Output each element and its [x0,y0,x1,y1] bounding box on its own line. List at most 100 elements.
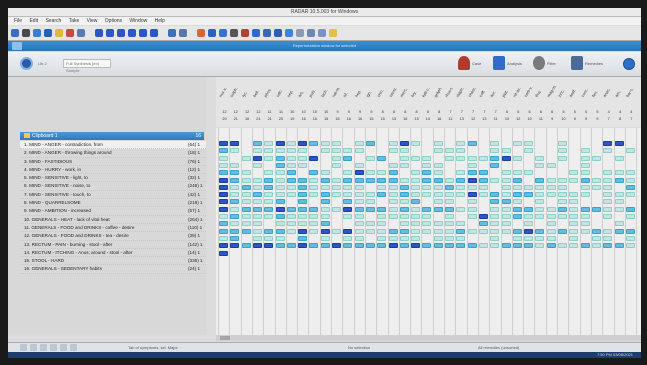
grade-cell[interactable] [309,221,319,227]
grade-cell[interactable] [445,228,454,234]
grade-cell[interactable] [354,243,364,249]
rubric-row[interactable]: 5. MIND - SENSITIVE - light, to (32) 1 [20,174,206,183]
filter-button[interactable]: Filter [533,56,556,70]
binoculars-icon[interactable] [22,29,30,37]
grade-cell[interactable] [422,243,432,249]
grade-cell[interactable] [467,243,477,249]
grade-cell[interactable] [546,214,556,219]
grade-cell[interactable] [490,192,500,198]
grade-cell[interactable] [399,155,409,161]
grade-cell[interactable] [603,206,613,212]
grade-cell[interactable] [230,170,240,176]
grade-cell[interactable] [422,206,432,212]
remedy-name[interactable]: bar-c. [625,87,635,98]
grade-cell[interactable] [309,170,319,176]
settings-icon[interactable] [296,29,304,37]
grade-cell[interactable] [286,155,296,161]
grade-cell[interactable] [478,192,488,198]
grade-cell[interactable] [411,184,421,190]
grade-cell[interactable] [546,243,556,249]
view-icon[interactable] [60,344,67,351]
grade-cell[interactable] [320,148,330,154]
grade-cell[interactable] [558,177,567,183]
grade-cell[interactable] [320,170,330,176]
grade-cell[interactable] [625,235,635,241]
grade-cell[interactable] [603,177,613,183]
grade-cell[interactable] [625,214,635,219]
grade-cell[interactable] [603,243,613,249]
remedy-name[interactable]: ign. [365,90,373,98]
remedy-name[interactable]: thuj. [534,89,542,98]
menu-window[interactable]: Window [129,18,147,24]
grade-cell[interactable] [456,192,466,198]
grade-cell[interactable] [399,184,409,190]
grade-cell[interactable] [512,192,522,198]
grade-cell[interactable] [411,235,421,241]
remedy-name[interactable]: calc. [274,88,283,98]
clipboard-5-icon[interactable] [139,29,147,37]
grade-cell[interactable] [320,184,330,190]
zoom-icon[interactable] [44,29,52,37]
grade-cell[interactable] [264,155,274,161]
print-icon[interactable] [70,344,77,351]
grade-cell[interactable] [298,162,308,168]
grade-cell[interactable] [512,228,522,234]
grade-cell[interactable] [422,170,432,176]
grade-cell[interactable] [490,177,500,183]
grade-cell[interactable] [546,206,556,212]
grade-cell[interactable] [569,221,579,227]
grade-cell[interactable] [558,199,567,205]
grade-cell[interactable] [535,206,545,212]
grade-cell[interactable] [354,199,364,205]
grade-cell[interactable] [445,155,454,161]
remedy-name[interactable]: bry. [410,90,418,98]
grade-cell[interactable] [377,214,387,219]
grade-cell[interactable] [490,214,500,219]
grade-cell[interactable] [558,206,567,212]
grade-cell[interactable] [365,155,375,161]
grade-cell[interactable] [320,235,330,241]
analysis-button[interactable]: Analysis [493,56,522,70]
grade-cell[interactable] [456,221,466,227]
remedy-name[interactable]: caust. [387,86,397,98]
grade-cell[interactable] [512,184,522,190]
grade-cell[interactable] [433,184,443,190]
grade-cell[interactable] [343,170,353,176]
grade-cell[interactable] [343,184,353,190]
grade-cell[interactable] [580,170,590,176]
grade-cell[interactable] [230,214,240,219]
grade-cell[interactable] [535,184,545,190]
grade-cell[interactable] [614,199,624,205]
grade-cell[interactable] [411,170,421,176]
remedy-name[interactable]: coff. [478,89,486,98]
grade-cell[interactable] [388,141,398,146]
grade-cell[interactable] [546,184,556,190]
grade-cell[interactable] [456,155,466,161]
grade-cell[interactable] [614,206,624,212]
grade-cell[interactable] [388,184,398,190]
grade-cell[interactable] [252,184,262,190]
grade-cell[interactable] [309,206,319,212]
grade-cell[interactable] [219,170,228,176]
grade-cell[interactable] [591,155,601,161]
grade-cell[interactable] [275,214,285,219]
grade-cell[interactable] [467,170,477,176]
grade-cell[interactable] [524,214,534,219]
grade-cell[interactable] [252,141,262,146]
grade-cell[interactable] [298,235,308,241]
remedy-name[interactable]: asaf. [568,88,577,98]
grade-cell[interactable] [501,228,511,234]
grade-cell[interactable] [501,184,511,190]
grade-cell[interactable] [298,221,308,227]
grade-cell[interactable] [332,162,341,168]
grade-cell[interactable] [591,243,601,249]
grade-cell[interactable] [388,214,398,219]
grade-cell[interactable] [467,177,477,183]
grade-cell[interactable] [433,221,443,227]
grade-cell[interactable] [219,228,228,234]
menu-help[interactable]: Help [155,18,165,24]
grade-cell[interactable] [603,141,613,146]
grade-cell[interactable] [411,214,421,219]
clipboard-header[interactable]: Clipboard 1 16 [20,132,204,140]
shield-icon[interactable] [274,29,282,37]
